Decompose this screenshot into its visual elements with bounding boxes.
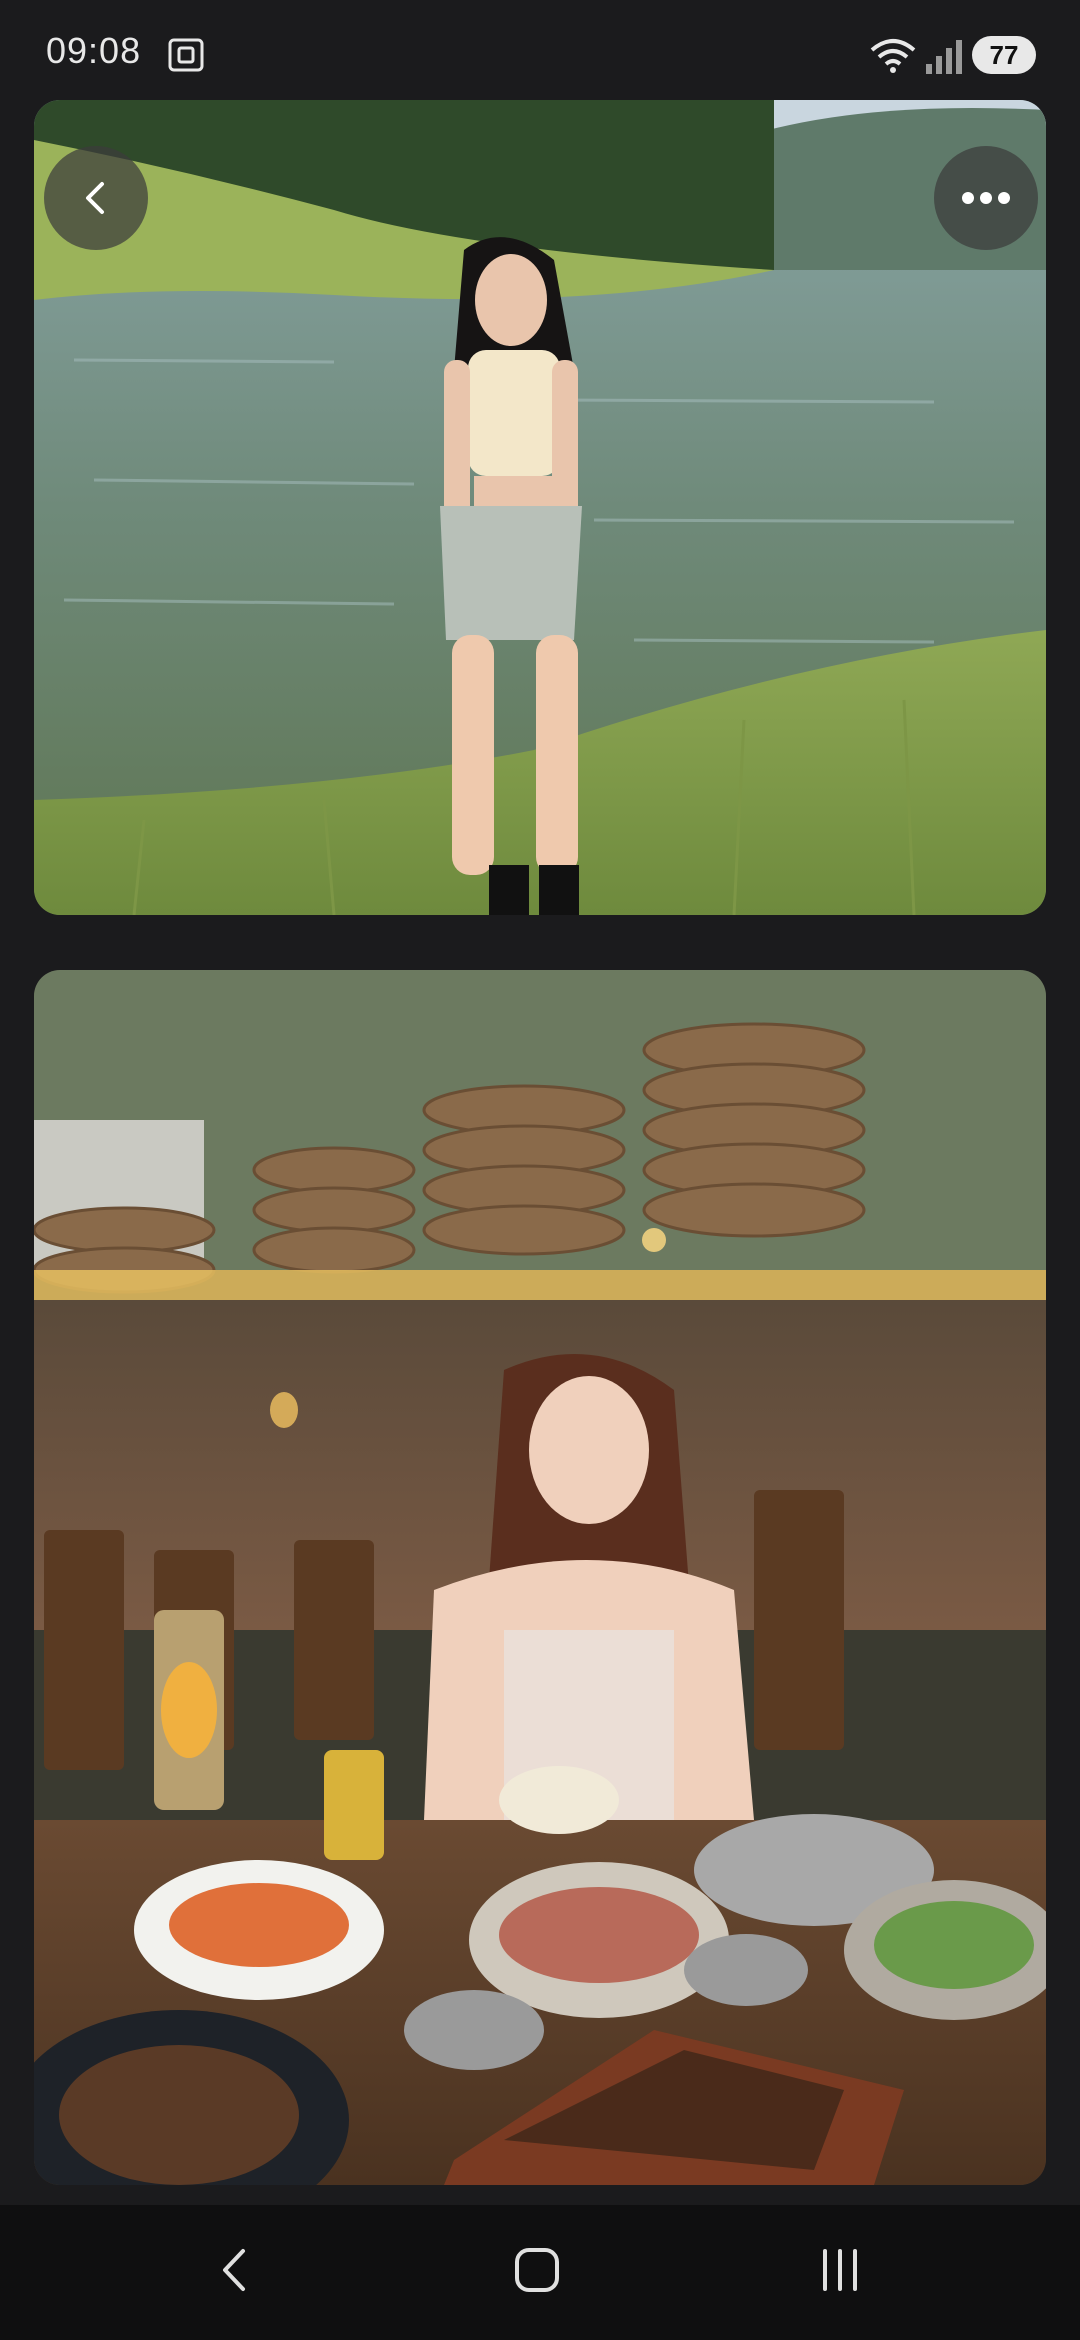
chevron-left-icon <box>86 182 104 214</box>
more-horizontal-icon <box>962 192 1010 204</box>
wifi-icon <box>870 39 916 73</box>
more-options-button[interactable] <box>934 146 1038 250</box>
photo-lake[interactable] <box>34 100 1046 915</box>
back-button[interactable] <box>44 146 148 250</box>
signal-icon <box>926 40 962 74</box>
nav-recents-icon <box>823 2249 857 2291</box>
nav-recents-button[interactable] <box>780 2225 900 2315</box>
status-time: 09:08 <box>46 30 142 71</box>
system-nav-bar <box>0 2205 1080 2340</box>
photo-restaurant[interactable] <box>34 970 1046 2185</box>
restaurant-photo-image <box>34 970 1046 2185</box>
screenshot-icon <box>168 38 204 72</box>
nav-home-icon <box>515 2248 559 2292</box>
nav-back-button[interactable] <box>175 2225 295 2315</box>
lake-photo-image <box>34 100 1046 915</box>
nav-home-button[interactable] <box>477 2225 597 2315</box>
status-bar: 09:08 77 <box>0 0 1080 100</box>
nav-back-icon <box>223 2249 245 2291</box>
battery-indicator: 77 <box>972 36 1036 74</box>
